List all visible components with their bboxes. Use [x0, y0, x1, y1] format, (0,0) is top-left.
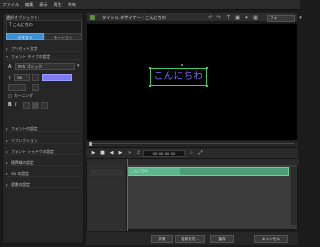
- preview-canvas[interactable]: こんにちわ: [86, 23, 298, 141]
- align-left-button[interactable]: [23, 102, 30, 109]
- font-size-stepper[interactable]: [32, 74, 39, 81]
- line-spacing-stepper[interactable]: [32, 84, 39, 91]
- scrub-track: [90, 143, 294, 144]
- fullscreen-icon[interactable]: ⤢: [197, 150, 204, 157]
- fast-forward-icon[interactable]: »: [126, 150, 133, 157]
- redo-icon[interactable]: ↷: [215, 15, 222, 22]
- align-center-button[interactable]: [32, 102, 39, 109]
- dialog-titlebar: タイトル デザイナー : こんにちわ ↶ ↷ T ▣ ✦ ▦ フォ ▾: [86, 12, 302, 22]
- undo-icon[interactable]: ↶: [207, 15, 214, 22]
- object-list[interactable]: T こんにちわ: [6, 20, 82, 34]
- timecode-display[interactable]: 00 00 00 00: [143, 150, 185, 157]
- save-as-button[interactable]: 名前を付...: [175, 235, 205, 243]
- resize-handle-tr[interactable]: [206, 67, 208, 69]
- menu-share[interactable]: 共有: [65, 0, 78, 10]
- menu-view[interactable]: 表示: [37, 0, 50, 10]
- section-font-shadow[interactable]: ▸ フォント シャドウの設定: [6, 148, 82, 155]
- tab-motion[interactable]: モーション: [44, 33, 82, 40]
- font-size-input[interactable]: 36: [14, 74, 30, 81]
- section-font-shadow-label: フォント シャドウの設定: [11, 149, 54, 154]
- section-preset[interactable]: ▸ プリセット文字: [6, 45, 82, 52]
- section-background[interactable]: ▸ 背景の設定: [6, 181, 82, 188]
- section-font-settings[interactable]: ▸ フォントの設定: [6, 125, 82, 132]
- tab-bar: テキスト モーション: [6, 33, 82, 41]
- section-border[interactable]: ▸ 境界線の設定: [6, 159, 82, 166]
- line-spacing-input[interactable]: [8, 84, 26, 91]
- align-right-button[interactable]: [41, 102, 48, 109]
- kerning-checkbox[interactable]: [8, 94, 12, 98]
- resize-handle-tl[interactable]: [149, 67, 151, 69]
- transport-bar: ▶ ■ ◀ ▶ » ♪ 00 00 00 00 ⌕ ⤢: [86, 147, 298, 158]
- resize-handle-bl[interactable]: [149, 85, 151, 87]
- rotate-handle[interactable]: [181, 64, 183, 66]
- title-clip[interactable]: こんにちわ: [127, 167, 289, 176]
- font-dropdown-value: フォ: [270, 15, 278, 20]
- track-headers: [87, 165, 127, 231]
- section-reflection-label: リフレクション: [11, 138, 38, 143]
- menu-edit[interactable]: 編集: [23, 0, 36, 10]
- clip-label: こんにちわ: [130, 169, 148, 173]
- stop-icon[interactable]: ■: [99, 150, 106, 157]
- object-item[interactable]: T こんにちわ: [9, 22, 33, 28]
- font-name-select[interactable]: ＭＳ ゴシック: [15, 63, 75, 70]
- font-size-icon: ↕: [8, 75, 12, 80]
- menu-file[interactable]: ファイル: [0, 0, 21, 10]
- kerning-label: カーニング: [14, 93, 33, 98]
- tab-text[interactable]: テキスト: [6, 33, 44, 40]
- prev-frame-icon[interactable]: ◀: [108, 150, 115, 157]
- section-reflection[interactable]: ▸ リフレクション: [6, 137, 82, 144]
- particle-tool-icon[interactable]: ✦: [243, 15, 250, 22]
- dialog-footer: 共有 名前を付... 保存 キャンセル: [86, 232, 298, 245]
- font-size-value: 36: [17, 75, 22, 80]
- italic-button[interactable]: I: [15, 103, 16, 108]
- image-tool-icon[interactable]: ▣: [234, 15, 241, 22]
- section-3d-label: 3D の設定: [11, 171, 29, 176]
- bold-button[interactable]: B: [8, 103, 12, 108]
- font-name-value: ＭＳ ゴシック: [18, 64, 42, 69]
- text-tool-icon[interactable]: T: [225, 15, 232, 22]
- font-dropdown[interactable]: フォ: [267, 14, 295, 22]
- cancel-button[interactable]: キャンセル: [254, 235, 288, 243]
- chevron-down-icon[interactable]: ▾: [77, 63, 80, 69]
- grid-tool-icon[interactable]: ▦: [252, 15, 259, 22]
- scrub-handle[interactable]: [89, 142, 92, 146]
- section-3d[interactable]: ▸ 3D の設定: [6, 170, 82, 177]
- properties-panel: 選択オブジェクト: T こんにちわ テキスト モーション ▸ プリセット文字 ▾ フ…: [2, 12, 84, 244]
- timeline: こんにちわ: [86, 158, 299, 231]
- playhead[interactable]: [127, 159, 128, 231]
- zoom-icon[interactable]: ⌕: [188, 150, 195, 157]
- font-face-icon: A: [8, 64, 12, 70]
- resize-handle-br[interactable]: [206, 85, 208, 87]
- section-background-label: 背景の設定: [11, 182, 30, 187]
- timeline-scrollbar[interactable]: [291, 167, 297, 225]
- track-header-title: [89, 168, 125, 177]
- section-preset-label: プリセット文字: [11, 46, 38, 51]
- dialog-title: タイトル デザイナー : こんにちわ: [102, 15, 166, 20]
- section-font-settings-label: フォントの設定: [11, 126, 38, 131]
- play-icon[interactable]: ▶: [90, 150, 97, 157]
- volume-icon[interactable]: ♪: [135, 150, 142, 157]
- save-button[interactable]: 保存: [210, 235, 234, 243]
- section-font-type[interactable]: ▾ フォント タイプの設定: [6, 53, 82, 60]
- menu-play[interactable]: 再生: [51, 0, 64, 10]
- font-color-swatch[interactable]: [42, 74, 72, 81]
- preview-title-text: こんにちわ: [153, 71, 204, 82]
- chevron-down-icon[interactable]: ▾: [297, 15, 304, 22]
- menu-bar: ファイル 編集 表示 再生 共有: [0, 0, 300, 10]
- section-border-label: 境界線の設定: [11, 160, 34, 165]
- share-button[interactable]: 共有: [151, 235, 173, 243]
- app-icon: [90, 15, 95, 20]
- section-font-type-label: フォント タイプの設定: [11, 54, 51, 59]
- next-frame-icon[interactable]: ▶: [117, 150, 124, 157]
